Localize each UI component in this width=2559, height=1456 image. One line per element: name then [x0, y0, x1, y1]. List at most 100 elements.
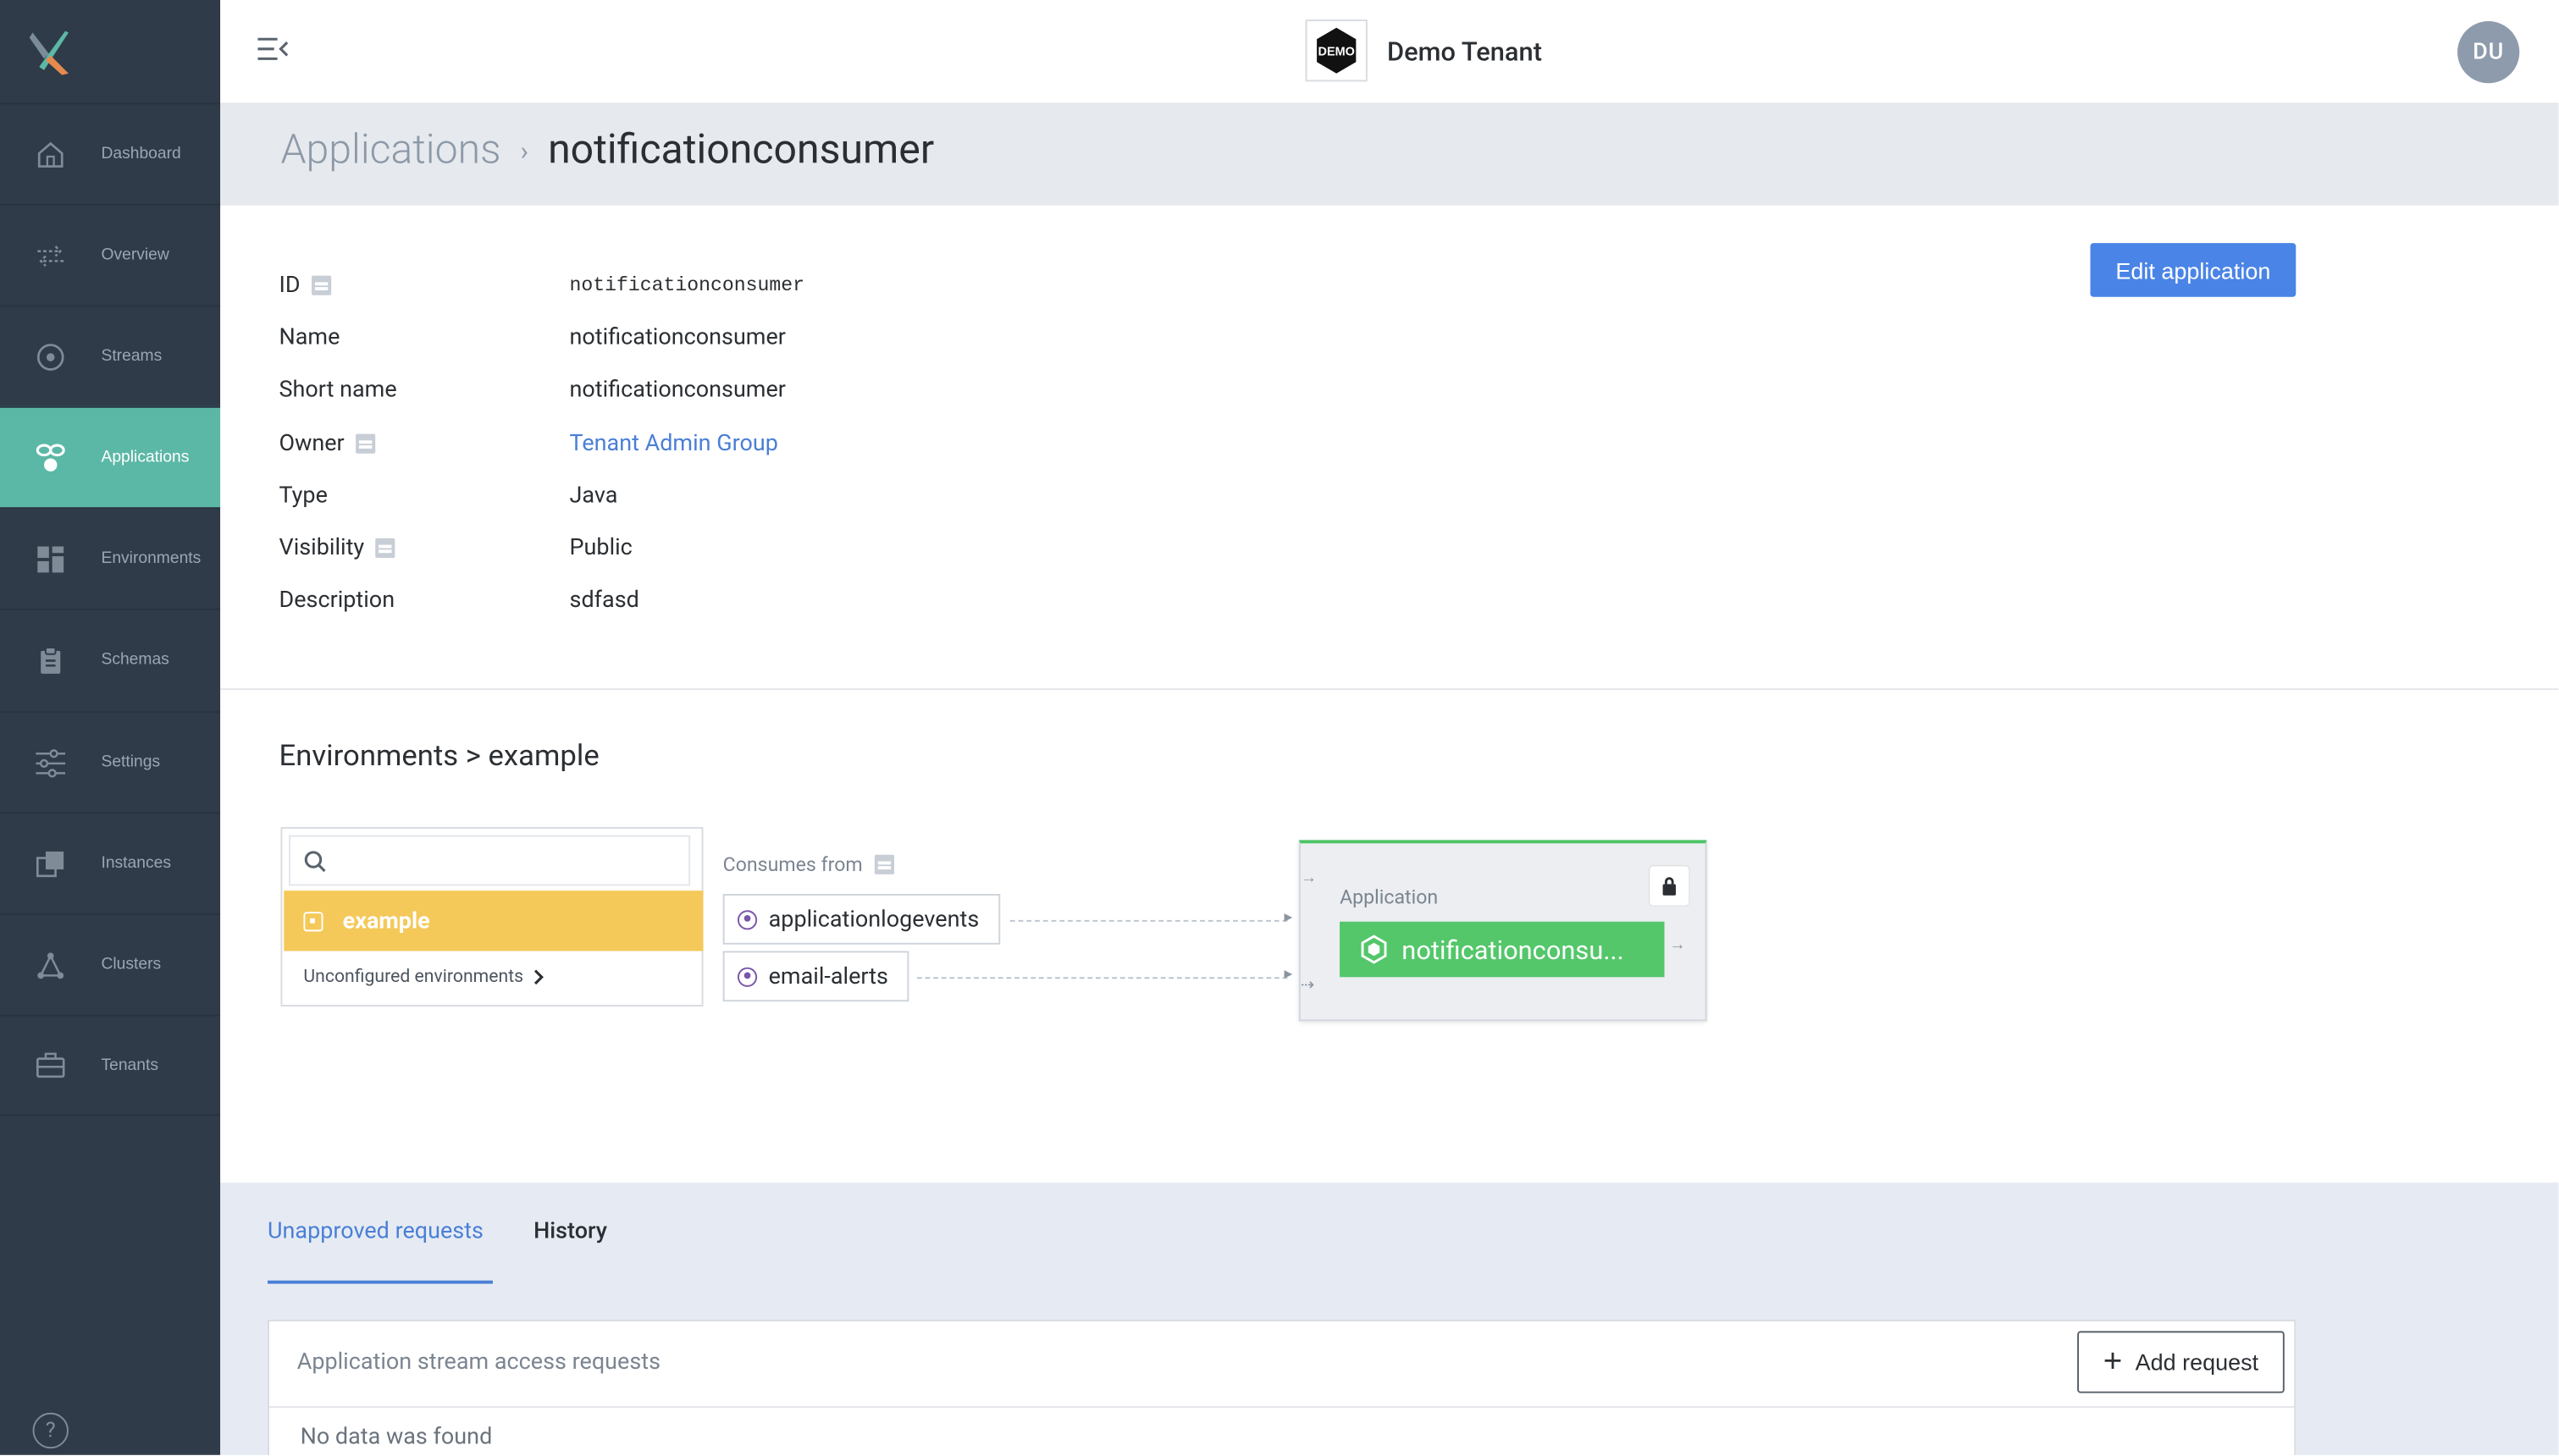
instances-icon: [0, 849, 101, 879]
unconfigured-label: Unconfigured environments: [303, 965, 524, 987]
field-label: Type: [279, 483, 328, 510]
environments-title: Environments > example: [279, 738, 600, 774]
consumes-from-label: Consumes from: [723, 853, 894, 876]
field-id: ID notificationconsumer: [279, 267, 805, 303]
application-pill[interactable]: notificationconsu...: [1340, 921, 1665, 978]
field-description: Description sdfasd: [279, 582, 639, 618]
plus-icon: +: [2103, 1343, 2123, 1380]
info-icon[interactable]: [312, 275, 332, 295]
arrow-right-icon: ▸: [1284, 965, 1293, 984]
field-type: Type Java: [279, 478, 618, 514]
stream-chip-email-alerts[interactable]: email-alerts: [722, 951, 910, 1002]
breadcrumb: Applications › notificationconsumer: [280, 127, 934, 174]
stream-connector: [1009, 919, 1288, 922]
applications-icon: [0, 441, 101, 474]
search-icon: [304, 850, 326, 872]
environment-list: example Unconfigured environments: [280, 826, 704, 1007]
info-icon[interactable]: [375, 538, 395, 559]
sidebar-item-clusters[interactable]: Clusters: [0, 913, 221, 1014]
application-details: ID notificationconsumer Name notificatio…: [220, 205, 2559, 691]
target-icon: [0, 342, 101, 372]
field-value: notificationconsumer: [569, 273, 805, 297]
consumes-from-text: Consumes from: [722, 852, 863, 876]
requests-section: Unapproved requests History Application …: [220, 1183, 2559, 1455]
breadcrumb-applications-link[interactable]: Applications: [280, 127, 500, 174]
sidebar-item-environments[interactable]: Environments: [0, 507, 221, 608]
sidebar-item-label: Schemas: [101, 650, 169, 670]
info-icon[interactable]: [356, 433, 376, 454]
app-logo[interactable]: [0, 0, 220, 102]
unconfigured-environments-link[interactable]: Unconfigured environments: [303, 966, 546, 987]
sidebar-item-label: Instances: [101, 854, 171, 873]
tenant-switcher[interactable]: DEMO Demo Tenant: [1305, 19, 1542, 82]
field-name: Name notificationconsumer: [279, 320, 786, 356]
sidebar-item-tenants[interactable]: Tenants: [0, 1014, 221, 1117]
sidebar-item-settings[interactable]: Settings: [0, 711, 221, 812]
page-title: notificationconsumer: [548, 127, 935, 175]
arrow-right-icon: ▸: [1284, 908, 1293, 927]
field-label: Short name: [279, 377, 397, 403]
application-name: notificationconsu...: [1401, 934, 1624, 965]
sidebar-item-label: Environments: [101, 549, 202, 568]
application-hex-icon: [1361, 935, 1387, 964]
environments-section: Environments > example example Unconfigu…: [220, 690, 2559, 1183]
add-request-button[interactable]: + Add request: [2077, 1331, 2285, 1393]
tab-history[interactable]: History: [533, 1218, 607, 1283]
stream-icon: [738, 909, 758, 929]
empty-state-text: No data was found: [300, 1424, 493, 1451]
sidebar-item-applications[interactable]: Applications: [0, 405, 221, 508]
divider: [268, 1406, 2295, 1409]
sidebar-item-label: Clusters: [101, 956, 162, 974]
input-port-icon: ⇢: [1300, 977, 1314, 995]
breadcrumb-bar: Applications › notificationconsumer: [220, 104, 2559, 206]
logo-icon: [29, 30, 69, 74]
field-label: Visibility: [279, 535, 365, 561]
field-short-name: Short name notificationconsumer: [279, 372, 786, 407]
briefcase-icon: [0, 1051, 101, 1080]
field-label: Description: [279, 587, 395, 614]
arrows-icon: [0, 240, 101, 270]
sidebar-item-label: Settings: [101, 753, 161, 772]
input-port-icon: →: [1300, 869, 1318, 888]
stream-name: email-alerts: [768, 962, 888, 990]
requests-card-title: Application stream access requests: [296, 1348, 661, 1376]
user-avatar[interactable]: DU: [2457, 21, 2520, 84]
field-value: notificationconsumer: [569, 377, 786, 403]
environment-item-example[interactable]: example: [284, 891, 704, 951]
info-icon[interactable]: [874, 854, 894, 874]
sidebar-item-overview[interactable]: Overview: [0, 203, 221, 305]
edit-application-button[interactable]: Edit application: [2090, 243, 2296, 297]
tenant-logo: DEMO: [1305, 19, 1368, 82]
field-value: Java: [569, 483, 618, 510]
sidebar-item-label: Dashboard: [101, 145, 181, 163]
sidebar-item-schemas[interactable]: Schemas: [0, 608, 221, 709]
clipboard-icon: [0, 645, 101, 675]
sidebar-item-label: Tenants: [101, 1056, 158, 1074]
sidebar-item-dashboard[interactable]: Dashboard: [0, 102, 221, 203]
home-icon: [0, 140, 101, 169]
owner-link[interactable]: Tenant Admin Group: [570, 431, 778, 457]
field-value: notificationconsumer: [569, 324, 786, 351]
stream-connector: [916, 977, 1288, 979]
chevron-right-icon: [533, 968, 544, 984]
help-icon[interactable]: ?: [32, 1412, 69, 1449]
stream-chip-applicationlogevents[interactable]: applicationlogevents: [722, 893, 1001, 945]
environment-label: example: [342, 907, 430, 935]
field-label: ID: [279, 272, 301, 299]
requests-card: Application stream access requests + Add…: [268, 1319, 2296, 1455]
sidebar-item-label: Streams: [101, 347, 163, 366]
application-node[interactable]: → ⇢ Application notificationconsu... →: [1298, 840, 1707, 1022]
sidebar-item-streams[interactable]: Streams: [0, 305, 221, 405]
environment-icon: [303, 911, 323, 931]
environment-search-input[interactable]: [289, 835, 691, 886]
grid-icon: [0, 544, 101, 574]
application-node-label: Application: [1340, 885, 1439, 909]
cluster-icon: [0, 950, 101, 979]
field-value: sdfasd: [569, 587, 639, 614]
lock-icon[interactable]: [1650, 866, 1689, 906]
field-label: Owner: [279, 430, 345, 457]
collapse-menu-icon[interactable]: [257, 36, 292, 69]
sidebar-item-instances[interactable]: Instances: [0, 812, 221, 913]
tab-unapproved-requests[interactable]: Unapproved requests: [268, 1218, 493, 1284]
field-value: Public: [569, 535, 633, 561]
